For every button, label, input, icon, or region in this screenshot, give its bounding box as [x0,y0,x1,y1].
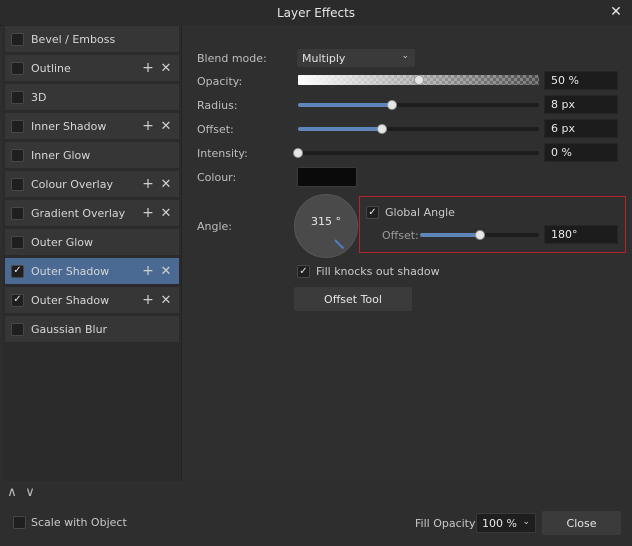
checkbox-icon [13,516,26,529]
effect-checkbox[interactable] [11,90,24,104]
effect-label: Colour Overlay [31,177,113,191]
global-angle-checkbox[interactable]: ✓ Global Angle [366,206,455,219]
effect-checkbox[interactable] [11,61,24,75]
opacity-label: Opacity: [197,75,243,88]
effect-label: Outer Shadow [31,293,110,307]
scale-with-object-label: Scale with Object [31,516,127,529]
radius-label: Radius: [197,99,238,112]
effect-row[interactable]: ✓ Outer Shadow + ✕ [5,258,179,285]
add-icon[interactable]: + [140,205,156,221]
offset-tool-button[interactable]: Offset Tool [294,287,412,311]
effect-checkbox[interactable] [11,177,24,191]
remove-icon[interactable]: ✕ [158,263,174,279]
intensity-slider-knob[interactable] [293,148,303,158]
effect-row[interactable]: ✓ Outer Shadow + ✕ [5,287,179,314]
effect-label: Gaussian Blur [31,322,108,336]
intensity-label: Intensity: [197,147,248,160]
angle-indicator [334,239,345,250]
effect-checkbox[interactable] [11,206,24,220]
reorder-controls: ∧ ∨ [6,485,36,500]
add-icon[interactable]: + [140,118,156,134]
close-button[interactable]: Close [542,511,621,535]
radius-field[interactable]: 8 px [544,95,618,114]
effect-row[interactable]: Bevel / Emboss [5,26,179,53]
add-icon[interactable]: + [140,176,156,192]
effect-row[interactable]: Outer Glow [5,229,179,256]
radius-slider[interactable] [298,103,539,107]
global-offset-label: Offset: [382,229,419,242]
remove-icon[interactable]: ✕ [158,176,174,192]
effect-row[interactable]: Gaussian Blur [5,316,179,343]
effect-checkbox[interactable]: ✓ [11,293,24,307]
offset-slider[interactable] [298,127,539,131]
checkbox-icon: ✓ [297,265,310,278]
intensity-field[interactable]: 0 % [544,143,618,162]
remove-icon[interactable]: ✕ [158,292,174,308]
close-icon[interactable]: ✕ [608,4,624,20]
effect-settings-panel [182,25,632,481]
effect-label: Bevel / Emboss [31,32,116,46]
chevron-down-icon: ⌄ [401,51,409,61]
angle-dial[interactable]: 315 ° [294,194,358,258]
colour-label: Colour: [197,171,237,184]
effect-checkbox[interactable]: ✓ [11,264,24,278]
effect-checkbox[interactable] [11,322,24,336]
effect-label: Outer Glow [31,235,94,249]
effect-row[interactable]: Colour Overlay + ✕ [5,171,179,198]
radius-slider-knob[interactable] [386,100,397,110]
effect-label: Gradient Overlay [31,206,126,220]
remove-icon[interactable]: ✕ [158,118,174,134]
opacity-field[interactable]: 50 % [544,71,618,90]
opacity-slider-knob[interactable] [413,75,424,85]
move-down-icon[interactable]: ∨ [24,485,36,500]
window-title: Layer Effects [276,5,356,20]
effect-label: 3D [31,90,47,104]
scale-with-object-checkbox[interactable]: Scale with Object [13,516,127,529]
fill-knocks-checkbox[interactable]: ✓ Fill knocks out shadow [297,265,440,278]
effect-label: Inner Shadow [31,119,107,133]
angle-label: Angle: [197,220,233,233]
effect-row[interactable]: Inner Glow [5,142,179,169]
add-icon[interactable]: + [140,292,156,308]
effect-label: Outline [31,61,71,75]
global-offset-slider-knob[interactable] [474,230,485,240]
effect-label: Outer Shadow [31,264,110,278]
global-offset-field[interactable]: 180° [544,225,618,244]
fill-opacity-label: Fill Opacity: [415,517,479,530]
effect-row[interactable]: Outline + ✕ [5,55,179,82]
effects-list: Bevel / Emboss Outline + ✕ 3D Inner Shadow + ✕ I… [3,25,182,481]
blend-mode-value: Multiply [302,51,346,65]
remove-icon[interactable]: ✕ [158,60,174,76]
blend-mode-label: Blend mode: [197,52,267,65]
intensity-slider[interactable] [298,151,539,155]
effect-checkbox[interactable] [11,119,24,133]
fill-opacity-value: 100 % [482,516,517,530]
effect-row[interactable]: Inner Shadow + ✕ [5,113,179,140]
move-up-icon[interactable]: ∧ [6,485,18,500]
colour-swatch[interactable] [297,167,357,187]
effect-checkbox[interactable] [11,32,24,46]
effect-row[interactable]: 3D [5,84,179,111]
effect-checkbox[interactable] [11,148,24,162]
global-angle-label: Global Angle [385,206,455,219]
add-icon[interactable]: + [140,263,156,279]
effect-label: Inner Glow [31,148,91,162]
effect-checkbox[interactable] [11,235,24,249]
checkbox-icon: ✓ [366,206,379,219]
remove-icon[interactable]: ✕ [158,205,174,221]
add-icon[interactable]: + [140,60,156,76]
offset-label: Offset: [197,123,234,136]
chevron-down-icon: ⌄ [522,517,530,527]
offset-field[interactable]: 6 px [544,119,618,138]
blend-mode-dropdown[interactable]: Multiply ⌄ [297,49,415,67]
effect-row[interactable]: Gradient Overlay + ✕ [5,200,179,227]
fill-opacity-dropdown[interactable]: 100 % ⌄ [476,513,536,533]
title-bar: Layer Effects ✕ [0,0,632,26]
angle-value: 315 ° [311,215,341,228]
fill-knocks-label: Fill knocks out shadow [316,265,440,278]
